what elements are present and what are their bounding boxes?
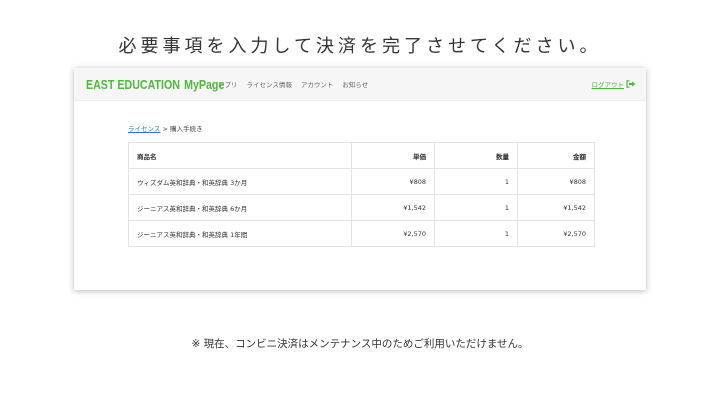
nav-item-account[interactable]: アカウント [301, 79, 334, 89]
cell-amount: ¥1,542 [517, 194, 595, 221]
nav-item-news[interactable]: お知らせ [342, 79, 368, 89]
header-quantity: 数量 [434, 142, 518, 169]
table-row: ジーニアス英和辞典・和英辞典 1年間 ¥2,570 1 ¥2,570 [128, 220, 595, 247]
table-row: ジーニアス英和辞典・和英辞典 6か月 ¥1,542 1 ¥1,542 [128, 194, 595, 221]
page-headline: 必要事項を入力して決済を完了させてください。 [118, 36, 602, 57]
cell-product-name: ジーニアス英和辞典・和英辞典 6か月 [128, 194, 352, 221]
main-nav: アプリ ライセンス情報 アカウント お知らせ [218, 79, 368, 89]
cell-product-name: ウィズダム英和辞典・和英辞典 3か月 [128, 168, 352, 195]
header-unit-price: 単価 [351, 142, 435, 169]
cell-amount: ¥2,570 [517, 220, 595, 247]
cell-unit-price: ¥1,542 [351, 194, 435, 221]
cell-unit-price: ¥2,570 [351, 220, 435, 247]
logout-label: ログアウト [591, 81, 625, 89]
top-nav-bar: EAST EDUCATION MyPage アプリ ライセンス情報 アカウント お… [74, 68, 646, 101]
brand-sub: MyPage [184, 76, 225, 92]
brand-main: EAST EDUCATION [86, 76, 180, 92]
breadcrumb-separator: > [162, 125, 168, 133]
logout-link[interactable]: ログアウト [592, 79, 637, 89]
main-content: ライセンス > 購入手続き 商品名 単価 数量 金額 ウィズダム英和辞典・和英辞… [74, 101, 646, 247]
brand-logo[interactable]: EAST EDUCATION MyPage [86, 76, 224, 92]
breadcrumb: ライセンス > 購入手続き [128, 123, 646, 133]
breadcrumb-current: 購入手続き [169, 125, 203, 133]
sign-out-icon [626, 80, 636, 88]
cell-unit-price: ¥808 [351, 168, 435, 195]
cell-quantity: 1 [434, 220, 518, 247]
purchase-table: 商品名 単価 数量 金額 ウィズダム英和辞典・和英辞典 3か月 ¥808 1 ¥… [128, 142, 595, 247]
header-amount: 金額 [517, 142, 595, 169]
cell-quantity: 1 [434, 194, 518, 221]
breadcrumb-link-license[interactable]: ライセンス [128, 125, 160, 133]
nav-item-license-info[interactable]: ライセンス情報 [247, 79, 292, 89]
cell-product-name: ジーニアス英和辞典・和英辞典 1年間 [128, 220, 352, 247]
table-header-row: 商品名 単価 数量 金額 [128, 142, 595, 169]
maintenance-notice: ※ 現在、コンビニ決済はメンテナンス中のためご利用いただけません。 [191, 338, 529, 350]
header-product-name: 商品名 [128, 142, 352, 169]
table-row: ウィズダム英和辞典・和英辞典 3か月 ¥808 1 ¥808 [128, 168, 595, 195]
cell-quantity: 1 [434, 168, 518, 195]
cell-amount: ¥808 [517, 168, 595, 195]
screenshot-frame: EAST EDUCATION MyPage アプリ ライセンス情報 アカウント お… [74, 68, 646, 290]
